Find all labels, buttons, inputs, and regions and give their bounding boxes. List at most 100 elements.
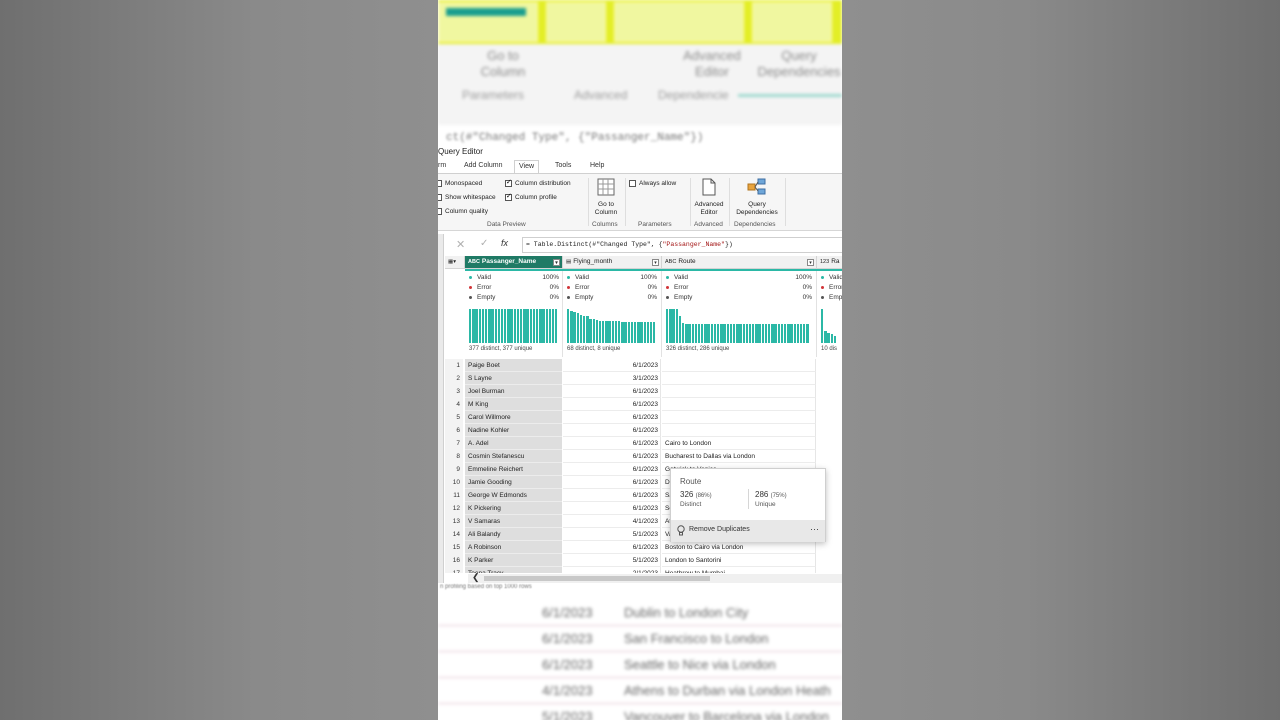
more-options-icon[interactable]: ··· xyxy=(810,524,819,534)
table-row[interactable]: 7 A. Adel 6/1/2023 Cairo to London xyxy=(445,437,842,450)
table-row[interactable]: 4M King 6/1/2023 xyxy=(445,398,842,411)
cell-passanger-name[interactable]: Carol Willmore xyxy=(465,411,562,424)
cancel-icon[interactable]: ✕ xyxy=(456,238,465,251)
cell-flying-month[interactable]: 5/1/2023 xyxy=(563,554,661,567)
cell-route[interactable]: Cairo to London xyxy=(662,437,816,450)
monospaced-checkbox[interactable]: Monospaced xyxy=(438,179,482,188)
cell-passanger-name[interactable]: Paige Boet xyxy=(465,359,562,372)
cell-passanger-name[interactable]: A. Adel xyxy=(465,437,562,450)
column-profile-checkbox[interactable]: Column profile xyxy=(505,192,557,202)
cell-passanger-name[interactable]: Emmeline Reichert xyxy=(465,463,562,476)
cell-flying-month[interactable]: 6/1/2023 xyxy=(563,437,661,450)
cell-route[interactable] xyxy=(662,411,816,424)
cell-passanger-name[interactable]: K Parker xyxy=(465,554,562,567)
cell-passanger-name[interactable]: A Robinson xyxy=(465,541,562,554)
tab-tools[interactable]: Tools xyxy=(551,160,575,174)
cell-flying-month[interactable]: 6/1/2023 xyxy=(563,502,661,515)
column-header-passanger-name[interactable]: ABC Passanger_Name ▾ xyxy=(465,256,563,269)
cell-flying-month[interactable]: 6/1/2023 xyxy=(563,359,661,372)
table-row[interactable]: 5 Carol Willmore 6/1/2023 xyxy=(445,411,842,424)
remove-duplicates-action[interactable]: Remove Duplicates ··· xyxy=(671,520,825,542)
column-distribution-checkbox[interactable]: Column distribution xyxy=(505,178,571,188)
queries-pane-collapsed[interactable] xyxy=(438,234,444,583)
cell-flying-month[interactable]: 6/1/2023 xyxy=(563,541,661,554)
distribution-bar xyxy=(576,313,579,343)
column-header-ra[interactable]: 123 Ra xyxy=(817,256,842,269)
cell-flying-month[interactable]: 6/1/2023 xyxy=(563,385,661,398)
cell-passanger-name[interactable]: K Pickering xyxy=(465,502,562,515)
table-row[interactable]: 8 Cosmin Stefanescu 6/1/2023 Bucharest to D… xyxy=(445,450,842,463)
cell-passanger-name[interactable]: V Samaras xyxy=(465,515,562,528)
query-dependencies-button[interactable]: Query Dependencies xyxy=(732,178,782,217)
filter-dropdown-icon[interactable]: ▾ xyxy=(553,259,560,266)
cell-flying-month[interactable]: 6/1/2023 xyxy=(563,476,661,489)
text-type-icon: ABC xyxy=(468,259,480,265)
tab-help[interactable]: Help xyxy=(586,160,608,174)
distribution-chart[interactable] xyxy=(666,309,809,343)
go-to-column-button[interactable]: Go to Column xyxy=(591,178,621,217)
valid-row: Valid 100% xyxy=(666,272,812,282)
cell-flying-month[interactable]: 4/1/2023 xyxy=(563,515,661,528)
cell-flying-month[interactable]: 2/1/2023 xyxy=(563,567,661,573)
horizontal-scrollbar[interactable]: ❮ xyxy=(468,572,842,583)
cell-route[interactable] xyxy=(662,359,816,372)
advanced-editor-button[interactable]: Advanced Editor xyxy=(692,178,726,217)
show-whitespace-checkbox[interactable]: Show whitespace xyxy=(438,193,496,202)
tab-transform[interactable]: rm xyxy=(438,160,450,174)
column-header-route[interactable]: ABC Route ▾ xyxy=(662,256,817,269)
tab-view[interactable]: View xyxy=(514,160,540,174)
commit-icon[interactable]: ✓ xyxy=(480,238,488,249)
empty-row: Empty xyxy=(821,292,842,302)
table-row[interactable]: 17Teena Tracy2/1/2023Heathrow to Mumbai xyxy=(445,567,842,573)
table-row[interactable]: 15 A Robinson 6/1/2023 Boston to Cairo via … xyxy=(445,541,842,554)
cell-flying-month[interactable]: 6/1/2023 xyxy=(563,450,661,463)
distribution-bar xyxy=(602,321,605,343)
cell-passanger-name[interactable]: Ali Balandy xyxy=(465,528,562,541)
fx-icon[interactable]: fx xyxy=(501,238,508,248)
column-quality-checkbox[interactable]: Column quality xyxy=(438,207,488,216)
tab-add-column[interactable]: Add Column xyxy=(460,160,507,174)
cell-route[interactable]: Boston to Cairo via London xyxy=(662,541,816,554)
filter-dropdown-icon[interactable]: ▾ xyxy=(807,259,814,266)
cell-flying-month[interactable]: 3/1/2023 xyxy=(563,372,661,385)
distribution-bar xyxy=(761,324,765,343)
cell-route[interactable]: Heathrow to Mumbai xyxy=(662,567,816,573)
distribution-chart[interactable] xyxy=(821,309,837,343)
filter-dropdown-icon[interactable]: ▾ xyxy=(652,259,659,266)
cell-route[interactable] xyxy=(662,372,816,385)
table-row[interactable]: 2S Layne 3/1/2023 xyxy=(445,372,842,385)
table-row[interactable]: 3 Joel Burman 6/1/2023 xyxy=(445,385,842,398)
cell-passanger-name[interactable]: Joel Burman xyxy=(465,385,562,398)
always-allow-checkbox[interactable]: Always allow xyxy=(629,179,676,188)
cell-passanger-name[interactable]: S Layne xyxy=(465,372,562,385)
cell-flying-month[interactable]: 5/1/2023 xyxy=(563,528,661,541)
cell-route[interactable] xyxy=(662,398,816,411)
cell-route[interactable]: Bucharest to Dallas via London xyxy=(662,450,816,463)
cell-route[interactable]: London to Santorini xyxy=(662,554,816,567)
table-row[interactable]: 6 Nadine Kohler 6/1/2023 xyxy=(445,424,842,437)
distribution-bar xyxy=(589,319,592,343)
distribution-bar xyxy=(548,309,552,343)
cell-flying-month[interactable]: 6/1/2023 xyxy=(563,489,661,502)
table-row[interactable]: 1 Paige Boet 6/1/2023 xyxy=(445,359,842,372)
cell-flying-month[interactable]: 6/1/2023 xyxy=(563,424,661,437)
distribution-chart[interactable] xyxy=(469,309,558,343)
distribution-chart[interactable] xyxy=(567,309,656,343)
banner-tile xyxy=(752,2,832,42)
scroll-thumb[interactable] xyxy=(484,576,710,581)
cell-flying-month[interactable]: 6/1/2023 xyxy=(563,398,661,411)
cell-route[interactable] xyxy=(662,424,816,437)
cell-flying-month[interactable]: 6/1/2023 xyxy=(563,411,661,424)
cell-route[interactable] xyxy=(662,385,816,398)
formula-input[interactable]: = Table.Distinct(#"Changed Type", {"Pass… xyxy=(522,237,842,253)
table-menu-icon[interactable]: ▦▾ xyxy=(445,256,465,269)
cell-passanger-name[interactable]: George W Edmonds xyxy=(465,489,562,502)
column-header-flying-month[interactable]: ▤ Flying_month ▾ xyxy=(563,256,662,269)
cell-flying-month[interactable]: 6/1/2023 xyxy=(563,463,661,476)
cell-passanger-name[interactable]: Nadine Kohler xyxy=(465,424,562,437)
table-row[interactable]: 16 K Parker 5/1/2023 London to Santorini xyxy=(445,554,842,567)
cell-passanger-name[interactable]: Jamie Gooding xyxy=(465,476,562,489)
cell-passanger-name[interactable]: Cosmin Stefanescu xyxy=(465,450,562,463)
scroll-left-icon[interactable]: ❮ xyxy=(472,572,480,583)
cell-passanger-name[interactable]: M King xyxy=(465,398,562,411)
